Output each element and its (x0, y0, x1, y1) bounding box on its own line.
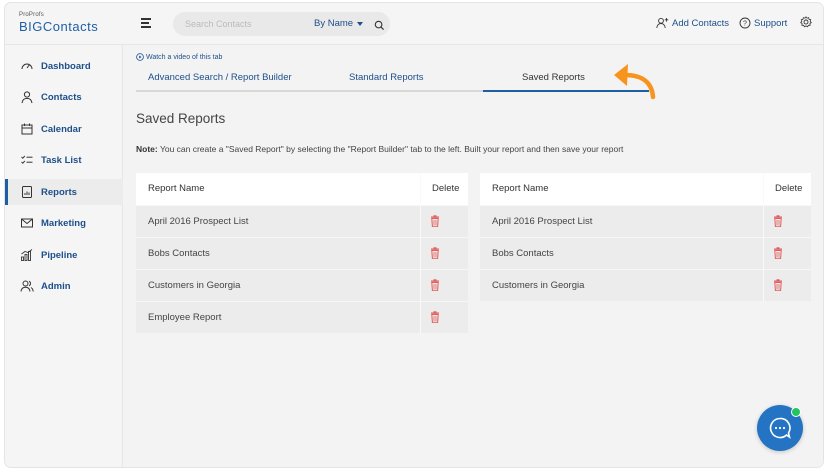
note-body: You can create a "Saved Report" by selec… (159, 144, 624, 154)
svg-text:?: ? (743, 21, 747, 28)
table-row: Bobs Contacts (136, 237, 468, 269)
help-circle-icon: ? (739, 17, 751, 29)
add-person-icon (656, 17, 669, 29)
trash-icon[interactable] (773, 215, 783, 227)
calendar-icon (21, 123, 33, 135)
column-divider (420, 173, 421, 333)
sidebar-item-label: Reports (41, 187, 77, 198)
checklist-icon (21, 155, 33, 164)
online-status-dot (791, 407, 801, 417)
sidebar-item-contacts[interactable]: Contacts (5, 84, 123, 110)
sidebar-item-calendar[interactable]: Calendar (5, 116, 123, 142)
sidebar-item-label: Admin (41, 281, 71, 292)
report-icon (22, 186, 32, 198)
chat-widget-button[interactable] (757, 405, 803, 451)
logo[interactable]: ProProfs BIGContacts (19, 12, 98, 35)
tab-advanced-search[interactable]: Advanced Search / Report Builder (148, 72, 292, 83)
logo-small-text: ProProfs (19, 12, 44, 18)
watch-video-label: Watch a video of this tab (146, 54, 223, 61)
sidebar-item-label: Marketing (41, 218, 86, 229)
sidebar-item-task-list[interactable]: Task List (5, 147, 123, 173)
report-name-link[interactable]: Customers in Georgia (148, 280, 240, 291)
page-title: Saved Reports (136, 111, 226, 126)
trash-icon[interactable] (430, 215, 440, 227)
report-name-link[interactable]: Bobs Contacts (148, 248, 210, 259)
main-content: Watch a video of this tab Advanced Searc… (123, 45, 823, 467)
play-circle-icon (136, 53, 144, 61)
tab-standard-reports[interactable]: Standard Reports (349, 72, 423, 83)
sidebar-item-dashboard[interactable]: Dashboard (5, 53, 123, 79)
report-name-link[interactable]: April 2016 Prospect List (148, 216, 248, 227)
sidebar: Dashboard Contacts Calendar Task List Re… (5, 45, 123, 467)
watch-video-link[interactable]: Watch a video of this tab (136, 53, 222, 61)
support-label: Support (754, 18, 788, 29)
trash-icon[interactable] (430, 247, 440, 259)
sidebar-item-label: Calendar (41, 124, 82, 135)
logo-name: BIGContacts (19, 19, 99, 34)
column-divider (763, 173, 764, 301)
column-header-delete: Delete (775, 183, 803, 194)
table-header: Report Name Delete (136, 173, 468, 205)
sidebar-item-label: Task List (41, 155, 82, 166)
saved-reports-table-right: Report Name Delete April 2016 Prospect L… (480, 173, 811, 301)
table-row: April 2016 Prospect List (136, 205, 468, 237)
table-row: April 2016 Prospect List (480, 205, 811, 237)
sidebar-item-label: Pipeline (41, 250, 78, 261)
column-header-report-name: Report Name (492, 183, 549, 194)
trash-icon[interactable] (773, 279, 783, 291)
column-header-delete: Delete (432, 183, 460, 194)
top-header: ProProfs BIGContacts By Name Add Contact… (5, 3, 823, 45)
support-link[interactable]: ? Support (739, 17, 788, 29)
report-tabs: Advanced Search / Report Builder Standar… (136, 68, 649, 92)
note-text: Note: You can create a "Saved Report" by… (136, 144, 623, 154)
table-header: Report Name Delete (480, 173, 811, 205)
note-prefix: Note: (136, 144, 158, 154)
mail-icon (21, 218, 33, 228)
sidebar-item-label: Contacts (41, 92, 82, 103)
add-contacts-link[interactable]: Add Contacts (656, 17, 730, 29)
add-contacts-label: Add Contacts (672, 18, 730, 29)
table-row: Bobs Contacts (480, 237, 811, 269)
sidebar-item-label: Dashboard (41, 61, 91, 72)
sidebar-item-marketing[interactable]: Marketing (5, 210, 123, 236)
bar-chart-icon (21, 249, 33, 261)
admin-users-icon (20, 280, 34, 292)
trash-icon[interactable] (773, 247, 783, 259)
app-window: ProProfs BIGContacts By Name Add Contact… (5, 3, 823, 467)
chat-bubble-icon (769, 417, 791, 439)
search-by-dropdown[interactable]: By Name (314, 18, 353, 29)
pointer-arrow-icon (614, 64, 656, 100)
table-row: Customers in Georgia (136, 269, 468, 301)
sidebar-item-admin[interactable]: Admin (5, 273, 123, 299)
dashboard-icon (21, 63, 33, 70)
report-name-link[interactable]: Customers in Georgia (492, 280, 584, 291)
sidebar-item-pipeline[interactable]: Pipeline (5, 242, 123, 268)
tab-saved-reports[interactable]: Saved Reports (522, 72, 585, 83)
trash-icon[interactable] (430, 279, 440, 291)
search-bar: By Name (173, 12, 390, 36)
search-icon[interactable] (374, 18, 385, 36)
report-name-link[interactable]: Employee Report (148, 312, 221, 323)
search-input[interactable] (185, 16, 295, 32)
column-header-report-name: Report Name (148, 183, 205, 194)
table-row: Customers in Georgia (480, 269, 811, 301)
saved-reports-table-left: Report Name Delete April 2016 Prospect L… (136, 173, 468, 333)
chevron-down-icon[interactable] (357, 22, 363, 26)
report-name-link[interactable]: April 2016 Prospect List (492, 216, 592, 227)
person-icon (21, 91, 33, 104)
trash-icon[interactable] (430, 311, 440, 323)
report-name-link[interactable]: Bobs Contacts (492, 248, 554, 259)
table-row: Employee Report (136, 301, 468, 333)
sidebar-item-reports[interactable]: Reports (5, 179, 123, 205)
hamburger-menu-icon[interactable] (141, 18, 153, 29)
